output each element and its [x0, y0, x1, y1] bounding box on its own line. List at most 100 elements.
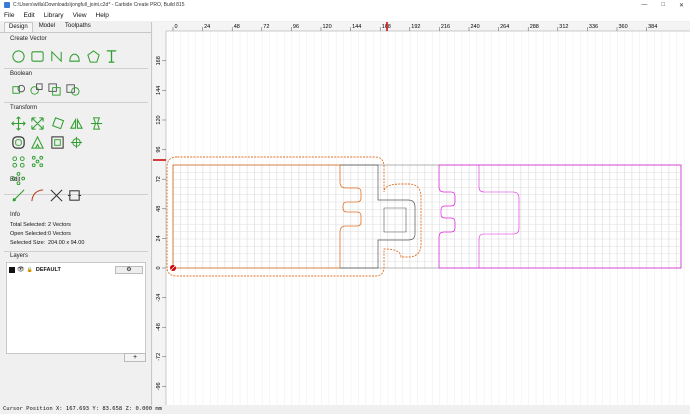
cursor-position: Cursor Position X: 167.693 Y: 83.658 Z: … — [3, 406, 162, 412]
window-controls: — □ ✕ — [641, 0, 684, 10]
layer-name: DEFAULT — [35, 266, 61, 273]
pattern-icon[interactable] — [10, 153, 26, 169]
y-tick-label: -24 — [156, 294, 162, 302]
grid — [165, 31, 685, 405]
x-tick-label: 336 — [589, 24, 598, 30]
x-tick-label: 120 — [323, 24, 332, 30]
open-selected-value: 0 Vectors — [48, 231, 71, 237]
x-tick-label: 312 — [559, 24, 568, 30]
x-tick-label: 192 — [411, 24, 420, 30]
layer-color-swatch[interactable] — [9, 266, 15, 273]
intersect-icon[interactable] — [46, 81, 62, 97]
node-icon[interactable] — [68, 134, 84, 150]
origin-icon — [169, 264, 177, 272]
rectangle-icon[interactable] — [29, 48, 45, 64]
open-selected: Open Selected: 0 Vectors — [10, 231, 71, 237]
array-icon[interactable] — [29, 153, 45, 169]
window-title: C:\Users\willa\Downloads\jongfull_joint.… — [13, 2, 185, 8]
x-tick-label: 0 — [175, 24, 178, 30]
join-icon[interactable] — [66, 187, 82, 203]
offset-icon[interactable] — [10, 134, 26, 150]
x-tick-label: 96 — [293, 24, 299, 30]
section-layers: Layers — [10, 253, 29, 259]
menu-view[interactable]: View — [73, 12, 87, 19]
y-tick-label: 24 — [156, 235, 162, 241]
rotate-icon[interactable] — [49, 115, 65, 131]
y-tick-label: -72 — [156, 353, 162, 361]
total-selected-value: 2 Vectors — [48, 222, 71, 228]
y-tick-label: -48 — [156, 323, 162, 331]
y-tick-label: 48 — [156, 206, 162, 212]
y-tick-label: 168 — [156, 56, 162, 65]
total-selected-label: Total Selected: — [10, 222, 47, 228]
section-edit: Edit — [10, 177, 21, 183]
curve-icon[interactable] — [66, 48, 82, 64]
curve-edit-icon[interactable] — [29, 187, 45, 203]
selection-outline[interactable] — [166, 156, 422, 277]
canvas-svg[interactable]: 0244872961201441681922162402642883123363… — [153, 22, 690, 405]
x-tick-label: 264 — [500, 24, 509, 30]
eye-icon[interactable]: 👁 — [17, 266, 25, 273]
circle-icon[interactable] — [10, 48, 26, 64]
tab-model[interactable]: Model — [35, 22, 59, 32]
close-button[interactable]: ✕ — [679, 2, 684, 9]
menu-edit[interactable]: Edit — [23, 12, 34, 19]
polyline-icon[interactable] — [48, 48, 64, 64]
y-tick-label: 120 — [156, 115, 162, 124]
subtract-icon[interactable] — [28, 81, 44, 97]
layers-list: 👁 🔒 DEFAULT ⚙ — [6, 262, 146, 354]
x-tick-label: 360 — [619, 24, 628, 30]
right-joint-part[interactable] — [438, 164, 682, 269]
minimize-button[interactable]: — — [641, 2, 647, 8]
text-icon[interactable] — [103, 48, 119, 64]
selected-size-label: Selected Size: — [10, 240, 46, 246]
outline-icon[interactable] — [29, 134, 45, 150]
x-tick-label: 384 — [648, 24, 657, 30]
tab-design[interactable]: Design — [4, 22, 33, 32]
polygon-icon[interactable] — [85, 48, 101, 64]
menu-file[interactable]: File — [4, 12, 14, 19]
lock-icon[interactable]: 🔒 — [27, 267, 33, 273]
section-boolean: Boolean — [10, 71, 33, 77]
menu-library[interactable]: Library — [44, 12, 64, 19]
tab-toolpaths[interactable]: Toolpaths — [61, 22, 95, 32]
section-transform: Transform — [10, 105, 38, 111]
box-icon[interactable] — [49, 134, 65, 150]
total-selected: Total Selected: 2 Vectors — [10, 222, 71, 228]
mirror-icon[interactable] — [68, 115, 84, 131]
x-tick-label: 72 — [263, 24, 269, 30]
x-tick-label: 216 — [441, 24, 450, 30]
x-tick-label: 24 — [204, 24, 210, 30]
design-canvas[interactable]: 0244872961201441681922162402642883123363… — [153, 22, 690, 405]
union-icon[interactable] — [10, 81, 26, 97]
tab-bar: Design Model Toolpaths — [0, 22, 151, 33]
menu-bar: File Edit Library View Help — [0, 10, 690, 21]
trim-icon[interactable] — [48, 187, 64, 203]
y-tick-label: 96 — [156, 147, 162, 153]
app-icon — [4, 2, 10, 8]
selected-size-value: 204.00 x 94.00 — [48, 240, 85, 246]
add-layer-button[interactable]: + — [124, 353, 146, 362]
scale-icon[interactable] — [29, 115, 45, 131]
status-bar: Cursor Position X: 167.693 Y: 83.658 Z: … — [0, 405, 690, 414]
x-tick-label: 48 — [234, 24, 240, 30]
section-info: Info — [10, 212, 21, 218]
left-ruler — [153, 22, 166, 405]
x-tick-label: 240 — [471, 24, 480, 30]
design-panel: Design Model Toolpaths Create Vector Boo… — [0, 22, 152, 405]
move-icon[interactable] — [10, 115, 26, 131]
layer-row[interactable]: 👁 🔒 DEFAULT ⚙ — [9, 265, 143, 274]
y-tick-label: 0 — [156, 266, 162, 269]
maximize-button[interactable]: □ — [661, 2, 665, 8]
menu-help[interactable]: Help — [96, 12, 109, 19]
left-joint-part[interactable] — [172, 164, 362, 269]
y-tick-label: -96 — [156, 382, 162, 390]
x-tick-label: 288 — [530, 24, 539, 30]
title-bar: C:\Users\willa\Downloads\jongfull_joint.… — [0, 0, 690, 10]
selected-size: Selected Size: 204.00 x 94.00 — [10, 240, 84, 246]
weld-icon[interactable] — [64, 81, 80, 97]
node-edit-icon[interactable] — [10, 187, 26, 203]
gear-icon[interactable]: ⚙ — [115, 265, 143, 274]
align-icon[interactable] — [88, 115, 104, 131]
open-selected-label: Open Selected: — [10, 231, 48, 237]
